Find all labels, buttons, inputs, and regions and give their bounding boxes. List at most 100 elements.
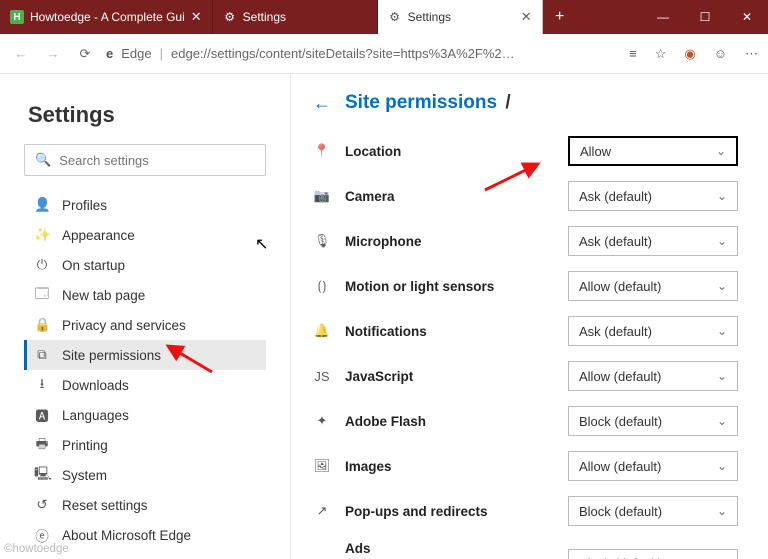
nav-label: Reset settings <box>62 498 148 513</box>
permission-value: Allow (default) <box>579 459 661 474</box>
nav-label: Languages <box>62 408 129 423</box>
page-header: ← Site permissions / <box>313 92 738 114</box>
permission-row-camera: 📷 Camera Ask (default)⌄ <box>313 175 738 217</box>
sidebar-item-profiles[interactable]: 👤 Profiles <box>24 190 266 220</box>
permission-row-pop-ups-and-redirects: ↗ Pop-ups and redirects Block (default)⌄ <box>313 490 738 532</box>
tab-title: Howtoedge - A Complete Gui <box>30 10 185 24</box>
permission-select[interactable]: Allow (default) ⌄ <box>568 451 738 481</box>
permission-value: Block (default) <box>579 414 662 429</box>
permission-value: Ask (default) <box>579 189 652 204</box>
browser-tab-2[interactable]: ⚙ Settings ✕ <box>378 0 543 34</box>
permission-icon: 📷 <box>313 188 331 204</box>
window-close-button[interactable]: ✕ <box>726 0 768 34</box>
reader-icon[interactable]: ≡ <box>629 46 637 61</box>
permission-label: Adobe Flash <box>345 414 554 429</box>
sidebar-item-privacy-and-services[interactable]: 🔒 Privacy and services <box>24 310 266 340</box>
permission-icon: ↗ <box>313 503 331 519</box>
tab-close-icon[interactable]: ✕ <box>521 9 532 25</box>
nav-icon: ⏻ <box>34 257 50 273</box>
permission-icon: JS <box>313 369 331 384</box>
tab-favicon: H <box>10 10 24 24</box>
permission-icon: 🎙 <box>313 233 331 249</box>
permission-value: Ask (default) <box>579 324 652 339</box>
tab-close-icon[interactable]: ✕ <box>191 9 202 25</box>
permission-select[interactable]: Ask (default)⌄ <box>568 226 738 256</box>
permission-value: Allow (default) <box>579 369 661 384</box>
permission-select[interactable]: Allow⌄ <box>568 136 738 166</box>
favorite-icon[interactable]: ☆ <box>655 46 667 62</box>
new-tab-button[interactable]: + <box>543 0 577 34</box>
permission-icon: 🔔 <box>313 323 331 339</box>
permission-row-microphone: 🎙MicrophoneAsk (default)⌄ <box>313 220 738 262</box>
nav-icon: ✨ <box>34 227 50 243</box>
permission-select[interactable]: Block (default)⌄ <box>568 406 738 436</box>
nav-icon: 🗔 <box>34 284 50 307</box>
browser-tab-0[interactable]: H Howtoedge - A Complete Gui ✕ <box>0 0 213 34</box>
browser-tab-1[interactable]: ⚙ Settings <box>213 0 378 34</box>
window-titlebar: H Howtoedge - A Complete Gui ✕ ⚙ Setting… <box>0 0 768 34</box>
back-button[interactable]: ← <box>10 43 32 65</box>
sidebar-item-system[interactable]: 🖳System <box>24 460 266 490</box>
nav-icon: ↺ <box>34 497 50 513</box>
url-text: edge://settings/content/siteDetails?site… <box>171 46 515 61</box>
nav-icon: ⧉ <box>34 347 50 363</box>
permission-label: Images <box>345 459 554 474</box>
permission-row-motion-or-light-sensors: ⟮⟯Motion or light sensorsAllow (default)… <box>313 265 738 307</box>
permission-value: Allow <box>580 144 611 159</box>
chevron-down-icon: ⌄ <box>717 369 727 383</box>
window-minimize-button[interactable]: — <box>642 0 684 34</box>
permission-select[interactable]: Ask (default)⌄ <box>568 181 738 211</box>
permission-label: Location <box>345 144 554 159</box>
permission-select[interactable]: Allow (default)⌄ <box>568 271 738 301</box>
permission-select[interactable]: Allow (default) ⌄ <box>568 361 738 391</box>
search-input[interactable] <box>59 153 255 168</box>
permission-label: Camera <box>345 189 554 204</box>
nav-label: About Microsoft Edge <box>62 528 191 543</box>
extension-icon[interactable]: ◉ <box>684 46 695 62</box>
nav-label: Privacy and services <box>62 318 186 333</box>
separator: | <box>160 46 163 61</box>
nav-icon: ⓔ <box>34 525 50 545</box>
chevron-down-icon: ⌄ <box>717 279 727 293</box>
sidebar-item-appearance[interactable]: ✨Appearance <box>24 220 266 250</box>
sidebar-item-reset-settings[interactable]: ↺ Reset settings <box>24 490 266 520</box>
chevron-down-icon: ⌄ <box>717 459 727 473</box>
sidebar-item-site-permissions[interactable]: ⧉ Site permissions <box>24 340 266 370</box>
address-bar[interactable]: e Edge | edge://settings/content/siteDet… <box>106 46 619 61</box>
nav-label: Profiles <box>62 198 107 213</box>
permission-label: Pop-ups and redirects <box>345 504 554 519</box>
sidebar-item-languages[interactable]: 🅰 Languages <box>24 400 266 430</box>
settings-content: Settings 🔍 👤Profiles✨Appearance⏻On start… <box>0 74 768 559</box>
feedback-icon[interactable]: ☺ <box>714 46 727 61</box>
nav-icon: 👤 <box>34 197 50 213</box>
settings-sidebar: Settings 🔍 👤Profiles✨Appearance⏻On start… <box>0 74 291 559</box>
window-maximize-button[interactable]: ☐ <box>684 0 726 34</box>
nav-icon: 🔒 <box>34 317 50 333</box>
window-controls: — ☐ ✕ <box>642 0 768 34</box>
chevron-down-icon: ⌄ <box>717 234 727 248</box>
sidebar-item-printing[interactable]: 🖶Printing <box>24 430 266 460</box>
tab-title: Settings <box>408 10 515 24</box>
menu-icon[interactable]: ⋯ <box>745 46 758 62</box>
toolbar-actions: ≡ ☆ ◉ ☺ ⋯ <box>629 46 758 62</box>
browser-toolbar: ← → ⟳ e Edge | edge://settings/content/s… <box>0 34 768 74</box>
refresh-button[interactable]: ⟳ <box>74 43 96 65</box>
permission-row-location: 📍 Location Allow⌄ <box>313 130 738 172</box>
permission-select[interactable]: Block (default)⌄ <box>568 496 738 526</box>
permission-select[interactable]: Block (default)⌄ <box>568 549 738 559</box>
permission-select[interactable]: Ask (default)⌄ <box>568 316 738 346</box>
search-settings[interactable]: 🔍 <box>24 144 266 176</box>
sidebar-item-downloads[interactable]: ⭳Downloads <box>24 370 266 400</box>
nav-icon: 🅰 <box>34 405 50 425</box>
url-scheme-label: Edge <box>121 46 151 61</box>
back-arrow-button[interactable]: ← <box>313 93 331 114</box>
gear-icon: ⚙ <box>388 10 402 24</box>
forward-button[interactable]: → <box>42 43 64 65</box>
permission-icon: 📍 <box>313 143 331 159</box>
nav-icon: ⭳ <box>34 374 50 397</box>
tab-strip: H Howtoedge - A Complete Gui ✕ ⚙ Setting… <box>0 0 642 34</box>
sidebar-item-on-startup[interactable]: ⏻On startup <box>24 250 266 280</box>
sidebar-item-new-tab-page[interactable]: 🗔New tab page <box>24 280 266 310</box>
nav-label: Site permissions <box>62 348 161 363</box>
settings-main: ← Site permissions / 📍LocationAllow⌄📷Cam… <box>291 74 768 559</box>
